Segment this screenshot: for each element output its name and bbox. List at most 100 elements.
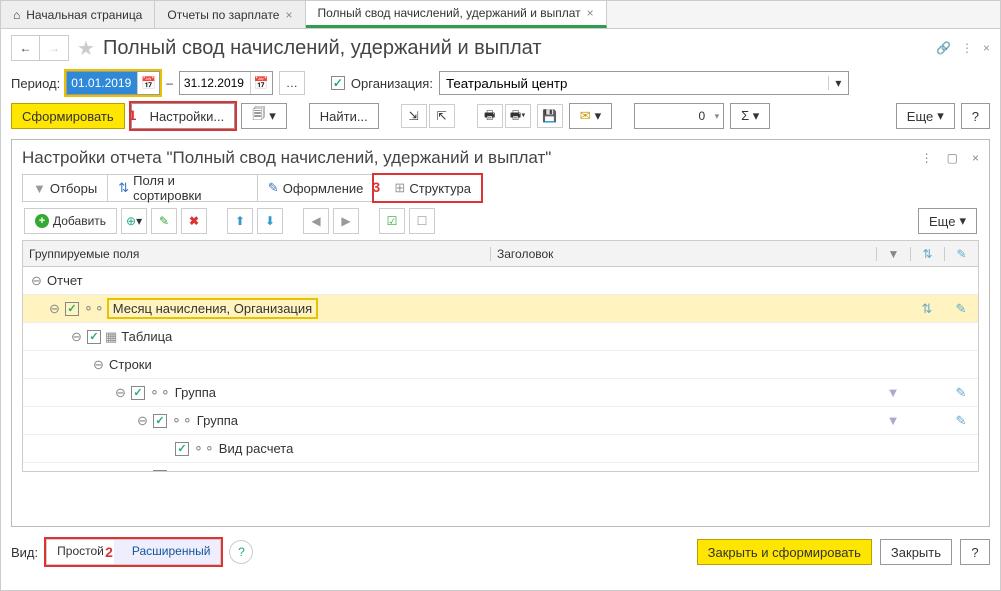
- org-input[interactable]: [440, 72, 828, 94]
- collapse-icon[interactable]: ⊖: [137, 413, 149, 429]
- maximize-icon[interactable]: ▢: [947, 151, 958, 165]
- panel-controls: ⋮ ▢ ×: [921, 151, 979, 165]
- calendar-icon[interactable]: 📅: [137, 72, 159, 94]
- move-right-icon[interactable]: ▶: [333, 208, 359, 234]
- add-group-icon[interactable]: ⊕▾: [121, 208, 147, 234]
- row-checkbox[interactable]: ✓: [87, 330, 101, 344]
- panel-footer: Вид: Простой 2 Расширенный ? Закрыть и с…: [1, 533, 1000, 571]
- mail-icon: ✉: [580, 108, 591, 124]
- collapse-icon[interactable]: ⊖: [49, 301, 61, 317]
- settings-button[interactable]: Настройки...: [131, 103, 236, 129]
- org-checkbox[interactable]: ✓: [331, 76, 345, 90]
- tab-reports[interactable]: Отчеты по зарплате ×: [155, 1, 305, 28]
- date-to-input[interactable]: [180, 72, 250, 94]
- col-filter-icon[interactable]: ▼: [876, 247, 910, 261]
- move-left-icon[interactable]: ◀: [303, 208, 329, 234]
- tree-row[interactable]: ⊖✓⚬⚬Группа ▼✎: [23, 407, 978, 435]
- view-simple[interactable]: Простой: [47, 540, 114, 564]
- expand-icon[interactable]: ⇲: [401, 104, 427, 128]
- dropdown-icon[interactable]: ▾: [828, 76, 848, 90]
- close-window-icon[interactable]: ×: [983, 41, 990, 55]
- form-button[interactable]: Сформировать: [11, 103, 125, 129]
- close-button[interactable]: Закрыть: [880, 539, 952, 565]
- move-up-icon[interactable]: ⬆: [227, 208, 253, 234]
- close-icon[interactable]: ×: [285, 8, 292, 22]
- tab-filters[interactable]: ▼Отборы: [23, 175, 108, 201]
- delete-icon[interactable]: ✖: [181, 208, 207, 234]
- close-icon[interactable]: ×: [587, 6, 594, 20]
- nav-buttons: ← →: [11, 35, 69, 61]
- add-button[interactable]: +Добавить: [24, 208, 117, 234]
- tree-row[interactable]: ⊖Строки: [23, 351, 978, 379]
- mail-button[interactable]: ✉▾: [569, 103, 612, 129]
- number-box[interactable]: 0: [634, 103, 724, 129]
- uncheck-all-icon[interactable]: ☐: [409, 208, 435, 234]
- link-icon: ⚬⚬: [149, 385, 171, 401]
- tab-home[interactable]: ⌂ Начальная страница: [1, 1, 155, 28]
- find-button[interactable]: Найти...: [309, 103, 379, 129]
- footer-help-button[interactable]: ?: [960, 539, 990, 565]
- tree-row[interactable]: ⊖Отчет: [23, 267, 978, 295]
- page-header: ← → ★ Полный свод начислений, удержаний …: [1, 29, 1000, 67]
- star-icon[interactable]: ★: [77, 36, 95, 61]
- panel-more-button[interactable]: Еще ▾: [918, 208, 977, 234]
- marker-3: 3: [372, 179, 380, 195]
- help-button[interactable]: ?: [961, 103, 990, 129]
- kebab-icon[interactable]: ⋮: [921, 151, 933, 165]
- tree-icon: ⊞: [394, 180, 405, 196]
- tree-row[interactable]: ⊖✓⚬⚬Месяц начисления, Организация ⇅✎: [23, 295, 978, 323]
- col-brush-icon[interactable]: ✎: [944, 247, 978, 261]
- tree-row[interactable]: ⊖✓⚬⚬Группа ▼✎: [23, 379, 978, 407]
- save-icon[interactable]: 💾: [537, 104, 563, 128]
- table-icon: ▦: [105, 329, 117, 345]
- row-checkbox[interactable]: ✓: [131, 386, 145, 400]
- tree-row[interactable]: ⊖✓⚬⚬Вид расчета: [23, 435, 978, 463]
- move-down-icon[interactable]: ⬇: [257, 208, 283, 234]
- date-from-input[interactable]: [67, 72, 137, 94]
- edit-icon[interactable]: ✎: [151, 208, 177, 234]
- sum-button[interactable]: Σ ▾: [730, 103, 770, 129]
- row-checkbox[interactable]: ✓: [153, 414, 167, 428]
- print-dd-icon[interactable]: 🖶▾: [505, 104, 531, 128]
- collapse-icon[interactable]: ⊖: [115, 385, 127, 401]
- row-checkbox[interactable]: ✓: [175, 442, 189, 456]
- tab-reports-label: Отчеты по зарплате: [167, 8, 279, 22]
- row-checkbox[interactable]: ✓: [65, 302, 79, 316]
- funnel-icon[interactable]: ▼: [876, 385, 910, 400]
- plus-icon: +: [35, 214, 49, 228]
- collapse-icon[interactable]: ⊖: [93, 357, 105, 373]
- period-picker-button[interactable]: …: [279, 71, 305, 95]
- help-icon[interactable]: ?: [229, 540, 253, 564]
- view-advanced[interactable]: Расширенный: [114, 540, 221, 564]
- tab-structure[interactable]: 3 ⊞Структура: [374, 175, 481, 201]
- funnel-icon: ▼: [33, 181, 46, 196]
- check-all-icon[interactable]: ☑: [379, 208, 405, 234]
- more-button[interactable]: Еще ▾: [896, 103, 955, 129]
- link-icon[interactable]: 🔗: [936, 41, 951, 55]
- close-icon[interactable]: ×: [972, 151, 979, 165]
- kebab-icon[interactable]: ⋮: [961, 41, 973, 55]
- view-switch: Простой 2 Расширенный: [46, 539, 221, 565]
- back-button[interactable]: ←: [12, 36, 40, 60]
- tab-home-label: Начальная страница: [26, 8, 142, 22]
- tab-active[interactable]: Полный свод начислений, удержаний и выпл…: [306, 1, 607, 28]
- brush-icon[interactable]: ✎: [944, 301, 978, 317]
- org-select[interactable]: ▾: [439, 71, 849, 95]
- tree-row[interactable]: ⊖✓▦Таблица: [23, 323, 978, 351]
- brush-icon[interactable]: ✎: [944, 385, 978, 401]
- tab-fields[interactable]: ⇅Поля и сортировки: [108, 175, 258, 201]
- print-icon[interactable]: 🖶: [477, 104, 503, 128]
- tree-row[interactable]: ⊖✓⚬⚬Группа ▼✎: [23, 463, 978, 472]
- close-and-form-button[interactable]: Закрыть и сформировать: [697, 539, 872, 565]
- brush-icon[interactable]: ✎: [944, 413, 978, 429]
- variant-button[interactable]: 🗐▾: [241, 103, 287, 129]
- forward-button[interactable]: →: [40, 36, 68, 60]
- collapse-icon[interactable]: ⊖: [31, 273, 43, 289]
- sort-icon[interactable]: ⇅: [910, 301, 944, 317]
- collapse-icon[interactable]: ⇱: [429, 104, 455, 128]
- col-sort-icon[interactable]: ⇅: [910, 247, 944, 261]
- tab-design[interactable]: ✎Оформление: [258, 175, 375, 201]
- calendar-icon[interactable]: 📅: [250, 72, 272, 94]
- collapse-icon[interactable]: ⊖: [71, 329, 83, 345]
- funnel-icon[interactable]: ▼: [876, 413, 910, 428]
